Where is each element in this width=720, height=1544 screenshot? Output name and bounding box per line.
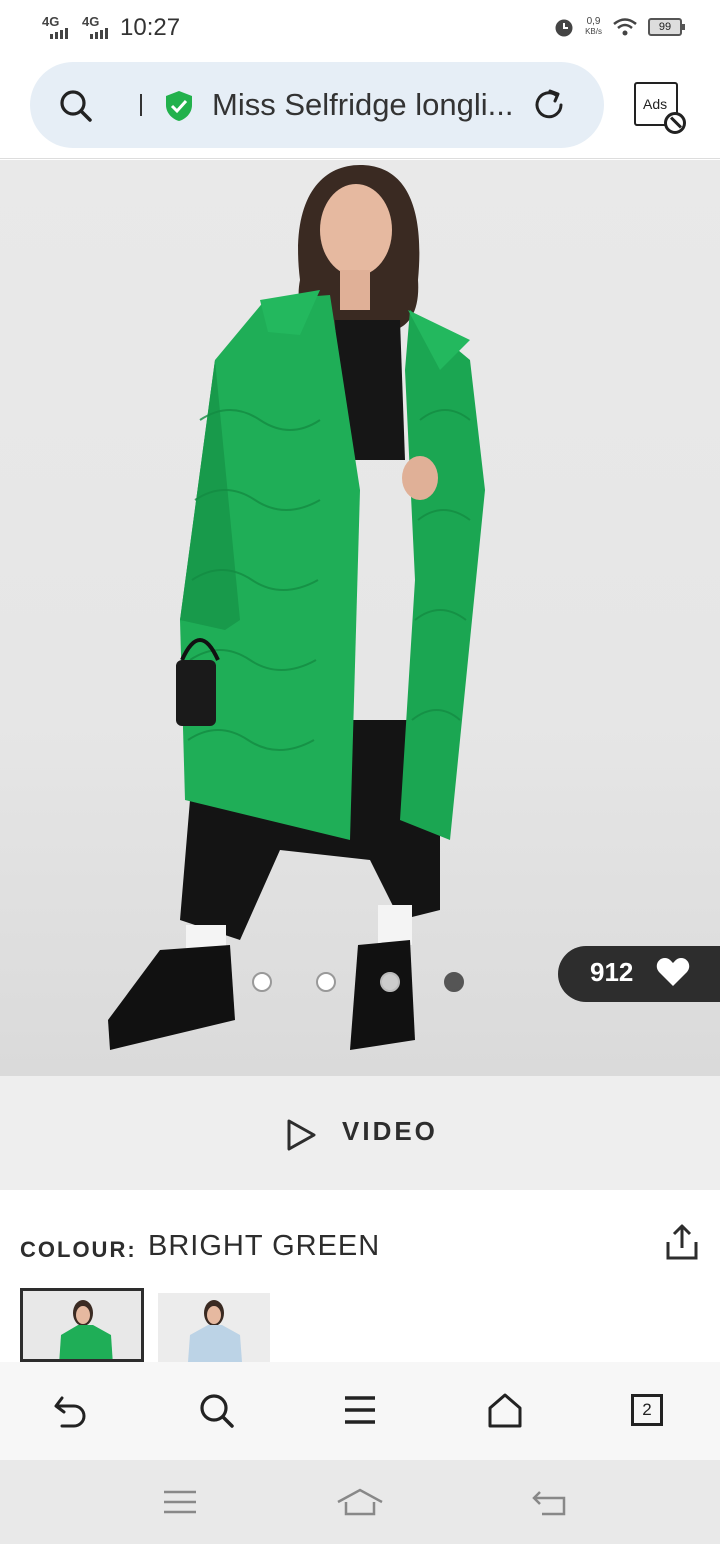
separator bbox=[140, 94, 142, 116]
colour-thumbnail-green[interactable] bbox=[20, 1288, 144, 1362]
thumbnail-image bbox=[188, 1300, 242, 1362]
carousel-indicators bbox=[252, 972, 472, 996]
block-icon bbox=[664, 112, 686, 134]
video-button[interactable]: VIDEO bbox=[0, 1076, 720, 1190]
url-text[interactable]: Miss Selfridge longli... bbox=[212, 87, 514, 123]
wifi-icon bbox=[613, 18, 637, 36]
battery-indicator: 99 bbox=[648, 18, 685, 36]
colour-thumbnail-blue[interactable] bbox=[158, 1293, 270, 1362]
search-icon[interactable] bbox=[58, 88, 94, 124]
carousel-dot[interactable] bbox=[380, 972, 400, 992]
system-navigation-bar bbox=[0, 1460, 720, 1544]
address-bar[interactable]: Miss Selfridge longli... bbox=[30, 62, 604, 148]
network-type-1: 4G bbox=[42, 14, 60, 29]
system-home-icon[interactable] bbox=[336, 1484, 384, 1520]
system-back-icon[interactable] bbox=[532, 1484, 568, 1520]
thumbnail-image bbox=[59, 1300, 113, 1359]
carousel-dot-active[interactable] bbox=[444, 972, 464, 992]
signal-icon-1 bbox=[50, 28, 68, 39]
colour-key: COLOUR: bbox=[20, 1237, 137, 1262]
speed-value: 0,9 bbox=[586, 16, 601, 27]
video-label: VIDEO bbox=[342, 1116, 438, 1146]
likes-count: 912 bbox=[590, 957, 634, 987]
heart-icon bbox=[656, 958, 690, 986]
network-type-2: 4G bbox=[82, 14, 100, 29]
colour-value: BRIGHT GREEN bbox=[148, 1230, 381, 1262]
play-icon bbox=[287, 1119, 316, 1151]
ads-label: Ads bbox=[643, 96, 668, 112]
save-favourite-button[interactable]: 912 bbox=[558, 946, 720, 1002]
search-icon[interactable] bbox=[198, 1392, 236, 1430]
back-icon[interactable] bbox=[52, 1392, 90, 1430]
browser-toolbar: 2 bbox=[0, 1362, 720, 1460]
clock: 10:27 bbox=[120, 14, 181, 41]
share-icon[interactable] bbox=[664, 1222, 700, 1262]
speed-unit: KB/s bbox=[585, 27, 602, 36]
tabs-button[interactable]: 2 bbox=[631, 1394, 663, 1426]
colour-section: COLOUR: BRIGHT GREEN bbox=[0, 1190, 720, 1362]
home-icon[interactable] bbox=[486, 1392, 524, 1430]
ad-block-button[interactable]: Ads bbox=[634, 82, 686, 134]
product-image-carousel[interactable]: 912 bbox=[0, 160, 720, 1076]
network-speed: 0,9 KB/s bbox=[585, 17, 602, 37]
secure-shield-icon bbox=[166, 91, 192, 121]
status-bar: 4G 4G 10:27 0,9 KB/s 99 bbox=[0, 0, 720, 58]
divider bbox=[0, 158, 720, 159]
menu-icon[interactable] bbox=[342, 1392, 378, 1428]
recents-icon[interactable] bbox=[162, 1484, 198, 1520]
carousel-dot[interactable] bbox=[316, 972, 336, 992]
carousel-dot[interactable] bbox=[252, 972, 272, 992]
alarm-icon bbox=[555, 19, 573, 37]
signal-icon-2 bbox=[90, 28, 108, 39]
product-photo bbox=[108, 165, 485, 1050]
reload-icon[interactable] bbox=[530, 86, 568, 124]
